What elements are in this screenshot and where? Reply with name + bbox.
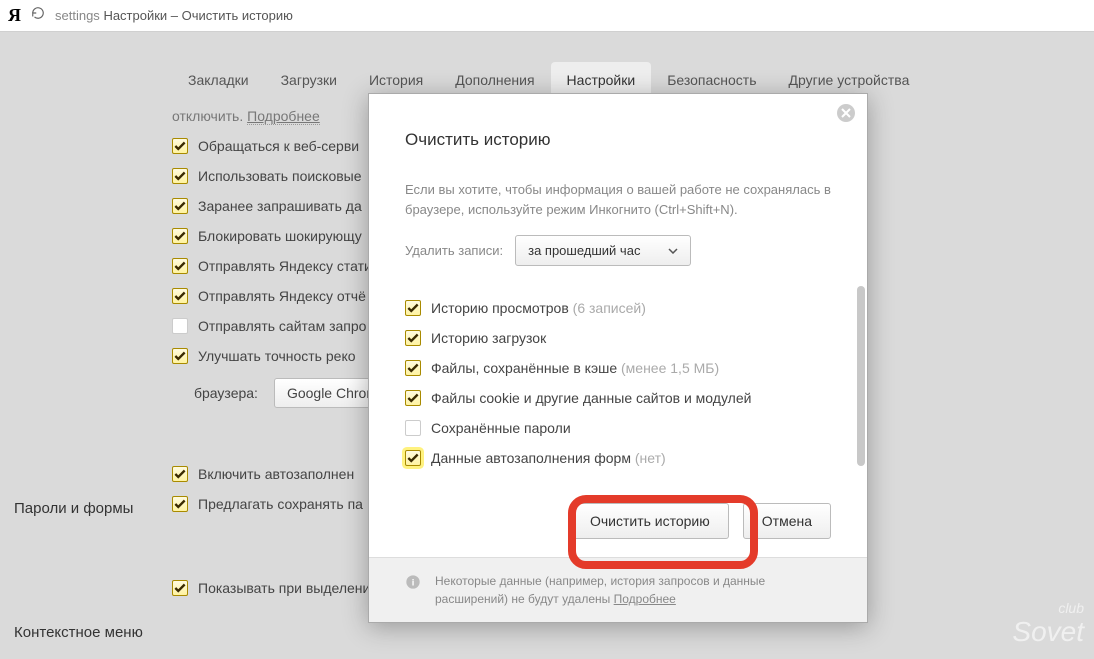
dialog-scrollbar[interactable] — [857, 286, 865, 485]
tab-downloads[interactable]: Загрузки — [265, 62, 353, 98]
reload-icon[interactable] — [31, 6, 45, 25]
opt-passwords[interactable]: Сохранённые пароли — [405, 420, 831, 436]
opt-autofill[interactable]: Данные автозаполнения форм (нет) — [405, 450, 831, 466]
clear-history-dialog: Очистить историю Если вы хотите, чтобы и… — [368, 93, 868, 623]
tabs-row: Закладки Загрузки История Дополнения Нас… — [0, 32, 1094, 98]
dialog-options: Историю просмотров (6 записей) Историю з… — [369, 286, 867, 485]
tab-bookmarks[interactable]: Закладки — [172, 62, 265, 98]
dialog-footer: i Некоторые данные (например, история за… — [369, 557, 867, 622]
opt-cookies[interactable]: Файлы cookie и другие данные сайтов и мо… — [405, 390, 831, 406]
chevron-down-icon — [668, 248, 678, 254]
footer-more-link[interactable]: Подробнее — [614, 592, 676, 606]
address-text[interactable]: settings Настройки – Очистить историю — [55, 8, 293, 23]
close-button[interactable] — [837, 104, 855, 122]
delete-period-row: Удалить записи: за прошедший час — [405, 235, 831, 266]
cancel-button[interactable]: Отмена — [743, 503, 831, 539]
watermark: club Sovet — [1012, 600, 1084, 649]
opt-download-history[interactable]: Историю загрузок — [405, 330, 831, 346]
address-bar: Я settings Настройки – Очистить историю — [0, 0, 1094, 32]
clear-history-button[interactable]: Очистить историю — [571, 503, 729, 539]
svg-text:i: i — [412, 577, 415, 587]
more-link[interactable]: Подробнее — [247, 108, 320, 125]
section-context-menu: Контекстное меню — [14, 624, 143, 641]
opt-cache[interactable]: Файлы, сохранённые в кэше (менее 1,5 МБ) — [405, 360, 831, 376]
dialog-hint: Если вы хотите, чтобы информация о вашей… — [405, 180, 831, 219]
info-icon: i — [405, 574, 421, 590]
section-passwords: Пароли и формы — [14, 500, 133, 517]
dialog-buttons: Очистить историю Отмена — [369, 485, 867, 539]
opt-browsing-history[interactable]: Историю просмотров (6 записей) — [405, 300, 831, 316]
period-dropdown[interactable]: за прошедший час — [515, 235, 691, 266]
dialog-title: Очистить историю — [405, 130, 831, 150]
yandex-logo: Я — [8, 5, 21, 26]
